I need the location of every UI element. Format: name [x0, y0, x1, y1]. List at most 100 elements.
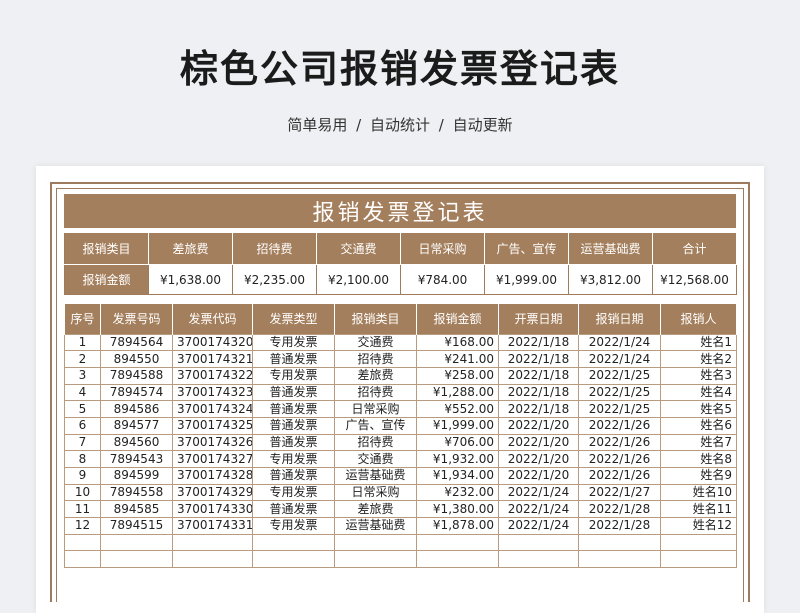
cell-amount[interactable]: ¥1,288.00: [416, 383, 499, 402]
cell-issue-date[interactable]: 2022/1/18: [498, 350, 579, 368]
cell-amount[interactable]: ¥1,999.00: [416, 416, 499, 435]
cell-category[interactable]: 交通费: [334, 333, 417, 352]
cell-issue-date[interactable]: 2022/1/18: [498, 333, 579, 352]
cell-issue-date[interactable]: 2022/1/18: [498, 383, 579, 402]
cell-invoice-code[interactable]: [172, 533, 253, 552]
cell-invoice-code[interactable]: 3700174322: [172, 366, 253, 385]
cell-reimburse-date[interactable]: 2022/1/26: [578, 433, 661, 452]
cell-issue-date[interactable]: [498, 550, 579, 569]
cell-invoice-code[interactable]: 3700174328: [172, 467, 253, 485]
cell-serial[interactable]: 1: [64, 333, 101, 352]
cell-issue-date[interactable]: 2022/1/18: [498, 400, 579, 418]
cell-invoice-type[interactable]: [252, 550, 335, 569]
cell-claimant[interactable]: 姓名10: [660, 483, 737, 502]
cell-invoice-number[interactable]: [100, 533, 173, 552]
cell-issue-date[interactable]: 2022/1/20: [498, 433, 579, 452]
cell-invoice-number[interactable]: 7894543: [100, 450, 173, 468]
column-header-reimburse-date[interactable]: 报销日期: [578, 304, 661, 334]
cell-invoice-number[interactable]: 7894515: [100, 517, 173, 535]
summary-amount[interactable]: ¥1,999.00: [484, 264, 569, 295]
cell-category[interactable]: 招待费: [334, 350, 417, 368]
cell-invoice-code[interactable]: 3700174320: [172, 333, 253, 352]
summary-amount[interactable]: ¥2,100.00: [316, 264, 401, 295]
column-header-category[interactable]: 报销类目: [334, 304, 417, 334]
cell-amount[interactable]: [416, 550, 499, 569]
cell-amount[interactable]: ¥552.00: [416, 400, 499, 418]
cell-serial[interactable]: 9: [64, 467, 101, 485]
cell-invoice-code[interactable]: 3700174323: [172, 383, 253, 402]
cell-category[interactable]: 广告、宣传: [334, 416, 417, 435]
column-header-invoice-code[interactable]: 发票代码: [172, 304, 253, 334]
cell-amount[interactable]: ¥1,380.00: [416, 500, 499, 519]
cell-claimant[interactable]: 姓名2: [660, 350, 737, 368]
summary-amount[interactable]: ¥784.00: [400, 264, 485, 295]
summary-category[interactable]: 差旅费: [148, 232, 233, 265]
cell-claimant[interactable]: 姓名9: [660, 467, 737, 485]
cell-invoice-type[interactable]: 普通发票: [252, 400, 335, 418]
cell-reimburse-date[interactable]: 2022/1/26: [578, 450, 661, 468]
cell-invoice-number[interactable]: 7894588: [100, 366, 173, 385]
cell-claimant[interactable]: 姓名11: [660, 500, 737, 519]
cell-serial[interactable]: 5: [64, 400, 101, 418]
cell-reimburse-date[interactable]: 2022/1/25: [578, 400, 661, 418]
cell-invoice-number[interactable]: 894599: [100, 467, 173, 485]
cell-invoice-type[interactable]: 普通发票: [252, 500, 335, 519]
cell-category[interactable]: 差旅费: [334, 500, 417, 519]
cell-invoice-type[interactable]: 专用发票: [252, 450, 335, 468]
cell-serial[interactable]: 11: [64, 500, 101, 519]
column-header-amount[interactable]: 报销金额: [416, 304, 499, 334]
cell-amount[interactable]: ¥706.00: [416, 433, 499, 452]
column-header-invoice-number[interactable]: 发票号码: [100, 304, 173, 334]
summary-category[interactable]: 日常采购: [400, 232, 485, 265]
cell-issue-date[interactable]: 2022/1/20: [498, 450, 579, 468]
cell-amount[interactable]: ¥1,878.00: [416, 517, 499, 535]
cell-invoice-number[interactable]: 894585: [100, 500, 173, 519]
summary-category-total[interactable]: 合计: [652, 232, 737, 265]
cell-invoice-number[interactable]: 894577: [100, 416, 173, 435]
cell-serial[interactable]: 7: [64, 433, 101, 452]
cell-invoice-type[interactable]: 普通发票: [252, 433, 335, 452]
cell-reimburse-date[interactable]: [578, 550, 661, 569]
cell-category[interactable]: 招待费: [334, 433, 417, 452]
cell-claimant[interactable]: [660, 533, 737, 552]
cell-reimburse-date[interactable]: 2022/1/25: [578, 366, 661, 385]
cell-reimburse-date[interactable]: 2022/1/24: [578, 350, 661, 368]
cell-category[interactable]: 运营基础费: [334, 517, 417, 535]
cell-reimburse-date[interactable]: 2022/1/26: [578, 467, 661, 485]
cell-serial[interactable]: [64, 550, 101, 569]
summary-amount[interactable]: ¥1,638.00: [148, 264, 233, 295]
cell-invoice-type[interactable]: 专用发票: [252, 483, 335, 502]
cell-issue-date[interactable]: 2022/1/24: [498, 500, 579, 519]
cell-category[interactable]: [334, 550, 417, 569]
cell-invoice-type[interactable]: 普通发票: [252, 416, 335, 435]
cell-reimburse-date[interactable]: 2022/1/28: [578, 517, 661, 535]
cell-reimburse-date[interactable]: 2022/1/26: [578, 416, 661, 435]
column-header-issue-date[interactable]: 开票日期: [498, 304, 579, 334]
cell-serial[interactable]: 12: [64, 517, 101, 535]
summary-category[interactable]: 运营基础费: [568, 232, 653, 265]
cell-claimant[interactable]: 姓名3: [660, 366, 737, 385]
cell-invoice-code[interactable]: [172, 550, 253, 569]
cell-serial[interactable]: 3: [64, 366, 101, 385]
cell-invoice-number[interactable]: 894550: [100, 350, 173, 368]
cell-claimant[interactable]: 姓名7: [660, 433, 737, 452]
cell-issue-date[interactable]: 2022/1/20: [498, 416, 579, 435]
cell-invoice-code[interactable]: 3700174325: [172, 416, 253, 435]
cell-issue-date[interactable]: 2022/1/24: [498, 483, 579, 502]
cell-amount[interactable]: ¥1,932.00: [416, 450, 499, 468]
cell-issue-date[interactable]: 2022/1/18: [498, 366, 579, 385]
cell-invoice-code[interactable]: 3700174327: [172, 450, 253, 468]
cell-serial[interactable]: 10: [64, 483, 101, 502]
cell-claimant[interactable]: 姓名8: [660, 450, 737, 468]
cell-amount[interactable]: ¥241.00: [416, 350, 499, 368]
cell-reimburse-date[interactable]: [578, 533, 661, 552]
cell-reimburse-date[interactable]: 2022/1/25: [578, 383, 661, 402]
summary-amount[interactable]: ¥3,812.00: [568, 264, 653, 295]
cell-reimburse-date[interactable]: 2022/1/24: [578, 333, 661, 352]
cell-amount[interactable]: ¥232.00: [416, 483, 499, 502]
cell-invoice-type[interactable]: 专用发票: [252, 517, 335, 535]
cell-category[interactable]: 交通费: [334, 450, 417, 468]
cell-invoice-type[interactable]: 普通发票: [252, 350, 335, 368]
summary-amount[interactable]: ¥2,235.00: [232, 264, 317, 295]
cell-issue-date[interactable]: 2022/1/24: [498, 517, 579, 535]
